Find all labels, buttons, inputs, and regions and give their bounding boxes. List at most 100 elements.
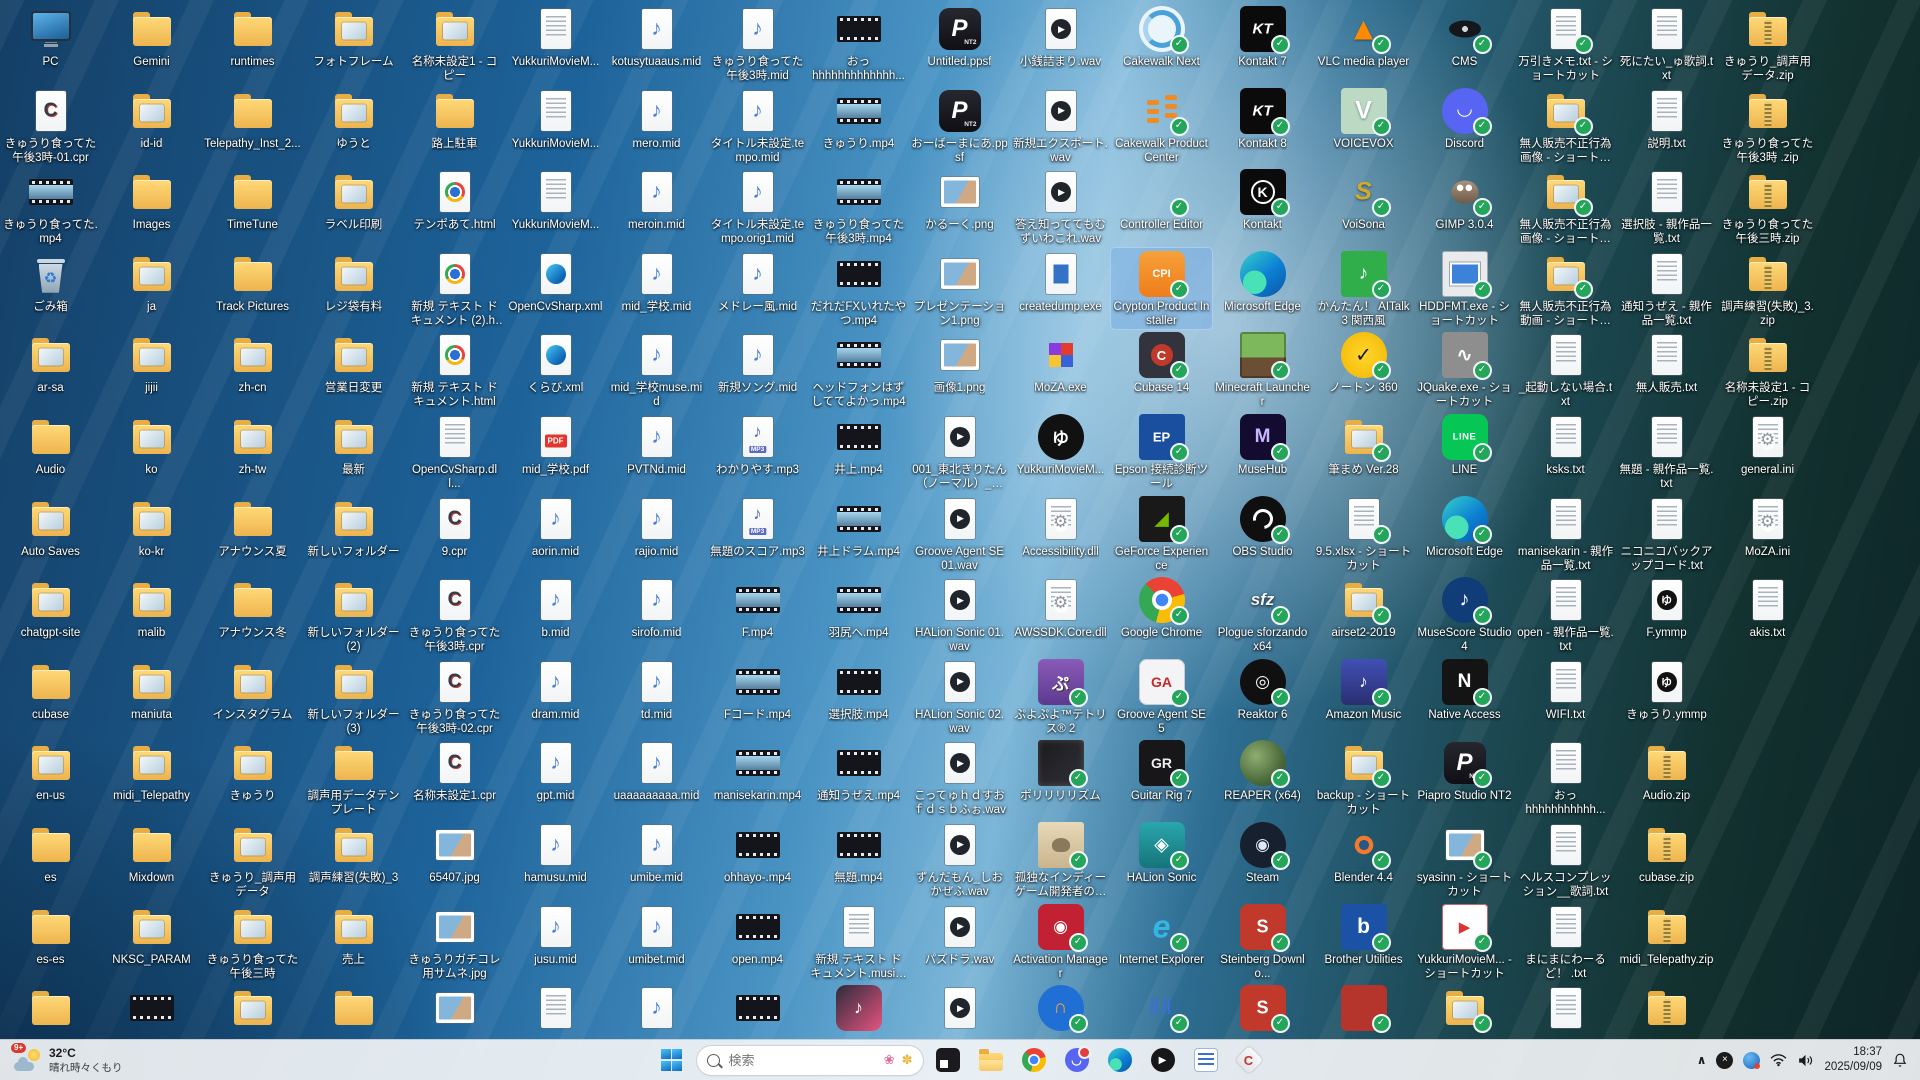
desktop-icon-ppsf[interactable]: PNT2 おーばーまにあ.ppsf <box>909 85 1010 167</box>
tray-overflow-chevron-icon[interactable]: ∧ <box>1697 1053 1707 1067</box>
desktop-icon-folder-media[interactable]: malib <box>101 574 202 656</box>
desktop-icon-vlc[interactable]: ▲✓ VLC media player <box>1313 3 1414 85</box>
desktop-icon-brother[interactable]: b✓ Brother Utilities <box>1313 901 1414 983</box>
desktop-icon-folder-media[interactable]: zh-tw <box>202 411 303 493</box>
desktop-icon-amazon[interactable]: ♪✓ Amazon Music <box>1313 656 1414 738</box>
desktop-icon-image[interactable]: きゅうりガチコレ用サムネ.jpg <box>404 901 505 983</box>
desktop-icon-mp4-thumb[interactable]: きゅうり.mp4 <box>808 85 909 167</box>
desktop-icon-mp4[interactable]: だれだFXいれたやつ.mp4 <box>808 248 909 330</box>
desktop-icon-doc[interactable]: 選択肢 - 親作品一覧.txt <box>1616 166 1717 248</box>
desktop-icon-minecraft[interactable]: ✓ Minecraft Launcher <box>1212 329 1313 411</box>
desktop-icon-folder-media[interactable]: jijii <box>101 329 202 411</box>
desktop-icon-midi[interactable]: ♪ dram.mid <box>505 656 606 738</box>
desktop-icon-wav[interactable]: ▶ ずんだもん_しおかぜふ.wav <box>909 819 1010 901</box>
desktop-icon-folder[interactable]: アナウンス夏 <box>202 493 303 575</box>
desktop-icon-doc[interactable]: まにまにわーるど！ .txt <box>1515 901 1616 983</box>
desktop-icon-wav[interactable]: ▶ HALion Sonic 01.wav <box>909 574 1010 656</box>
taskbar-app-terminal[interactable] <box>930 1042 966 1078</box>
desktop[interactable]: PC Gemini runtimes フォトフレーム 名称未設定1 - コピー … <box>0 0 1920 1080</box>
desktop-icon-doc[interactable]: akis.txt <box>1717 574 1818 656</box>
desktop-icon-ctrleditor[interactable]: ✓ Controller Editor <box>1111 166 1212 248</box>
taskbar-clock[interactable]: 18:37 2025/09/09 <box>1824 1045 1882 1075</box>
desktop-icon-cpr[interactable]: C 9.cpr <box>404 493 505 575</box>
desktop-icon-midi[interactable]: ♪ aorin.mid <box>505 493 606 575</box>
desktop-icon-midi[interactable]: ♪ meroin.mid <box>606 166 707 248</box>
desktop-icon-folder[interactable]: 路上駐車 <box>404 85 505 167</box>
desktop-icon-midi[interactable]: ♪ umibe.mid <box>606 819 707 901</box>
desktop-icon-folder-media[interactable]: id-id <box>101 85 202 167</box>
desktop-icon-midi[interactable]: ♪ 新規ソング.mid <box>707 329 808 411</box>
desktop-icon-folder-media[interactable]: ラベル印刷 <box>303 166 404 248</box>
desktop-icon-doc[interactable]: ✓ 9.5.xlsx - ショートカット <box>1313 493 1414 575</box>
desktop-icon-geforce[interactable]: ◢✓ GeForce Experience <box>1111 493 1212 575</box>
desktop-icon-folder-media[interactable]: Auto Saves <box>0 493 101 575</box>
desktop-icon-line[interactable]: LINE✓ LINE <box>1414 411 1515 493</box>
search-input[interactable] <box>727 1052 877 1069</box>
desktop-icon-zip[interactable]: きゅうり食ってた午後三時.zip <box>1717 166 1818 248</box>
taskbar-app-cubase[interactable]: C <box>1231 1042 1267 1078</box>
desktop-icon-doc[interactable]: WIFI.txt <box>1515 656 1616 738</box>
desktop-icon-edge[interactable]: ✓ Microsoft Edge <box>1414 493 1515 575</box>
desktop-icon-edge[interactable]: Microsoft Edge <box>1212 248 1313 330</box>
desktop-icon-ini[interactable]: ⚙ general.ini <box>1717 411 1818 493</box>
desktop-icon-image[interactable]: かるーく.png <box>909 166 1010 248</box>
desktop-icon-midi[interactable]: ♪ PVTNd.mid <box>606 411 707 493</box>
desktop-icon-sfz[interactable]: sfz✓ Plogue sforzando x64 <box>1212 574 1313 656</box>
desktop-icon-mp4-thumb[interactable]: manisekarin.mp4 <box>707 737 808 819</box>
notification-bell-icon[interactable] <box>1892 1052 1908 1068</box>
desktop-icon-ymmp[interactable]: ゆ きゅうり.ymmp <box>1616 656 1717 738</box>
desktop-icon-image[interactable]: 65407.jpg <box>404 819 505 901</box>
desktop-icon-mp4-thumb[interactable]: きゅうり食ってた午後3時.mp4 <box>808 166 909 248</box>
desktop-icon-folder[interactable]: Telepathy_Inst_2... <box>202 85 303 167</box>
desktop-icon-hddfmt[interactable]: ✓ HDDFMT.exe - ショートカット <box>1414 248 1515 330</box>
desktop-icon-doc[interactable]: YukkuriMovieM... <box>505 166 606 248</box>
desktop-icon-folder[interactable]: Track Pictures <box>202 248 303 330</box>
desktop-icon-folder-media[interactable]: 営業日変更 <box>303 329 404 411</box>
desktop-icon-dll[interactable]: ⚙ AWSSDK.Core.dll <box>1010 574 1111 656</box>
desktop-icon-pdf[interactable]: PDF mid_学校.pdf <box>505 411 606 493</box>
start-button[interactable] <box>654 1042 690 1078</box>
desktop-icon-folder-media[interactable]: きゅうり食ってた午後三時 <box>202 901 303 983</box>
taskbar-app-media-player[interactable]: ▶ <box>1145 1042 1181 1078</box>
desktop-icon-folder-media[interactable]: 新しいフォルダー (2) <box>303 574 404 656</box>
desktop-icon-image[interactable]: ✓ syasinn - ショートカット <box>1414 819 1515 901</box>
desktop-icon-folder-media[interactable]: きゅうり_調声用データ <box>202 819 303 901</box>
desktop-icon-folder-media[interactable]: ko <box>101 411 202 493</box>
desktop-icon-doc[interactable]: _起動しない場合.txt <box>1515 329 1616 411</box>
desktop-icon-cakewalknext[interactable]: ✓ Cakewalk Next <box>1111 3 1212 85</box>
desktop-icon-cpr[interactable]: C きゅうり食ってた午後3時-01.cpr <box>0 85 101 167</box>
desktop-icon-html[interactable]: テンポあて.html <box>404 166 505 248</box>
desktop-icon-wav[interactable]: ▶ こってゅｈｄすおｆｄｓｂふぉ.wav <box>909 737 1010 819</box>
desktop-icon-wav[interactable]: ▶ パズドラ.wav <box>909 901 1010 983</box>
desktop-icon-folder[interactable]: Audio <box>0 411 101 493</box>
desktop-icon-dll[interactable]: ⚙ Accessibility.dll <box>1010 493 1111 575</box>
desktop-icon-guitarrig[interactable]: GR✓ Guitar Rig 7 <box>1111 737 1212 819</box>
desktop-icon-doc[interactable]: ヘルスコンプレッション__歌詞.txt <box>1515 819 1616 901</box>
desktop-icon-doc[interactable]: 無人販売.txt <box>1616 329 1717 411</box>
desktop-icon-zip[interactable]: きゅうり_調声用データ.zip <box>1717 3 1818 85</box>
desktop-icon-folder-media[interactable]: ja <box>101 248 202 330</box>
desktop-icon-steam[interactable]: ◉✓ Steam <box>1212 819 1313 901</box>
desktop-icon-reaktor[interactable]: ◎✓ Reaktor 6 <box>1212 656 1313 738</box>
desktop-icon-jquake[interactable]: ∿✓ JQuake.exe - ショートカット <box>1414 329 1515 411</box>
desktop-icon-folder[interactable]: Gemini <box>101 3 202 85</box>
volume-icon[interactable] <box>1797 1053 1814 1068</box>
desktop-icon-zip[interactable]: midi_Telepathy.zip <box>1616 901 1717 983</box>
weather-widget[interactable]: 9+ 32°C 晴れ時々くもり <box>6 1040 131 1080</box>
desktop-icon-folder-media[interactable]: ✓ 無人販売不正行為画像 - ショートカッ... <box>1515 85 1616 167</box>
taskbar-app-edge[interactable] <box>1102 1042 1138 1078</box>
desktop-icon-midi[interactable]: ♪ タイトル未設定.tempo.mid <box>707 85 808 167</box>
desktop-icon-midi[interactable]: ♪ mero.mid <box>606 85 707 167</box>
taskbar-app-chrome[interactable] <box>1016 1042 1052 1078</box>
desktop-icon-ymmp[interactable]: ゆ F.ymmp <box>1616 574 1717 656</box>
desktop-icon-zip[interactable]: きゅうり食ってた午後3時 .zip <box>1717 85 1818 167</box>
desktop-icon-doc[interactable]: 新規 テキスト ドキュメント.musicxml <box>808 901 909 983</box>
desktop-icon-doc[interactable]: YukkuriMovieM... <box>505 85 606 167</box>
desktop-icon-midi[interactable]: ♪ rajio.mid <box>606 493 707 575</box>
desktop-icon-folder-media[interactable]: ✓ 筆まめ Ver.28 <box>1313 411 1414 493</box>
desktop-icon-mp4-thumb[interactable]: ヘッドフォンはずしててよかっ.mp4 <box>808 329 909 411</box>
desktop-icon-zip[interactable]: cubase.zip <box>1616 819 1717 901</box>
desktop-icon-midi[interactable]: ♪ メドレー風.mid <box>707 248 808 330</box>
desktop-icon-wav[interactable]: ▶ 新規エクスポート.wav <box>1010 85 1111 167</box>
desktop-icon-folder[interactable]: runtimes <box>202 3 303 85</box>
